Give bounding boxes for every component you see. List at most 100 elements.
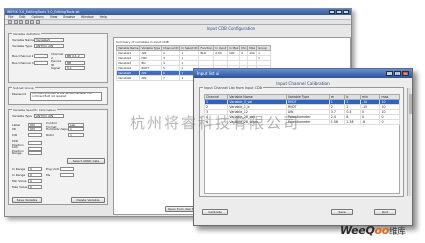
table-cell: 0 [379, 119, 400, 125]
new-icon[interactable] [8, 20, 12, 24]
channel-field[interactable]: BB 0.1.2 [65, 54, 85, 58]
weeqoo-logo: WeeQoo维库 [340, 224, 406, 237]
table-cell: Variable6 [115, 75, 141, 81]
spec-label-2: Rotor [46, 133, 55, 137]
spec-label-2: Hold/Adv deps [46, 127, 68, 131]
spec-label: IIR [12, 127, 16, 131]
maximize-icon[interactable]: □ [394, 70, 401, 77]
input-calibration-dialog: Input list ui _ □ × Input Channel Calibr… [193, 68, 413, 226]
copy-icon[interactable] [30, 20, 34, 24]
table-cell: 2.38 [344, 119, 361, 125]
menu-file[interactable]: File [8, 15, 13, 19]
save-variable-button[interactable]: Save Variable [12, 197, 42, 203]
range-label-2: Ms [46, 173, 51, 177]
logo-part-2: oo [374, 224, 390, 237]
range-label-2: Eng Unit [46, 167, 59, 171]
scrollbar-thumb[interactable] [408, 94, 412, 114]
menu-options[interactable]: Options [32, 15, 44, 19]
bus-channel-field[interactable] [34, 54, 48, 58]
close-button[interactable] [343, 10, 349, 14]
table-cell: AIN [139, 75, 163, 81]
comment-field[interactable]: Comment provided to the defined variable… [30, 92, 102, 101]
range-row: In Range 0 Ms [12, 173, 74, 177]
range-value[interactable]: 0 [28, 185, 42, 189]
device-id-field[interactable]: BB [65, 61, 85, 65]
dialog-title-bar: Input list ui _ □ × [194, 69, 412, 78]
menu-browse[interactable]: Browse [63, 15, 75, 19]
range-value[interactable]: 0 [28, 173, 42, 177]
select-adnc-button[interactable]: Select ADNC data [67, 158, 105, 164]
minimize-icon[interactable]: _ [386, 70, 393, 77]
menu-edit[interactable]: Edit [19, 15, 25, 19]
range-value[interactable]: 0 [28, 179, 42, 183]
spec-row: IIR ON Hold/Adv deps 1 [12, 127, 84, 131]
table-cell: -6 [359, 119, 381, 125]
specific-type-label: Variable Type [12, 114, 32, 118]
calibrate-button[interactable]: Calibrate [202, 209, 228, 215]
signal-label: Signal [51, 66, 61, 70]
bus-channel3-label: Bus Channel 3 [12, 61, 34, 65]
column-header[interactable]: Function [198, 45, 215, 51]
quit-button[interactable]: Quit [374, 209, 396, 215]
spec-value-2[interactable]: 1 [68, 127, 84, 131]
range-value-2[interactable] [60, 167, 74, 171]
logo-part-1: WeeQ [340, 224, 375, 237]
group-title: Subnet Group [12, 86, 35, 90]
range-label: Max Value [12, 185, 28, 189]
group-title: Variable definition [12, 32, 42, 36]
column-header[interactable]: In Input [213, 45, 229, 51]
table-cell: 1.08 [328, 119, 346, 125]
watermark-text: 杭州将睿科技有限公司 [130, 114, 301, 132]
input-channel-list-group: Input Channel List from Input CDB Channe… [199, 86, 404, 197]
bus-channel3-field[interactable] [34, 61, 48, 65]
paste-icon[interactable] [35, 20, 40, 24]
spec-label: Range [12, 151, 22, 155]
range-row: Min Value 0 [12, 179, 42, 183]
password-label: Password [12, 92, 27, 96]
open-icon[interactable] [13, 20, 18, 24]
variable-type-select[interactable]: ANTIVC AIN [34, 44, 64, 48]
save-button[interactable]: Save [331, 209, 353, 215]
spec-value[interactable] [28, 151, 42, 155]
range-row: Max Value 0 [12, 185, 42, 189]
spec-value[interactable]: ON [28, 127, 42, 131]
spec-row: CIR Rotor 1 [12, 133, 84, 137]
range-value[interactable]: 0 [28, 167, 42, 171]
delete-variable-button[interactable]: Delete Variable [71, 197, 105, 203]
dialog-title: Input list ui [197, 71, 220, 76]
menu-help[interactable]: Help [100, 15, 107, 19]
range-value-2[interactable] [60, 173, 74, 177]
spec-row: Range [12, 151, 42, 155]
column-header[interactable]: In Select ID [179, 45, 200, 51]
logo-part-3: 维库 [389, 227, 406, 237]
bus-channel-label: Bus Channel 1 [12, 54, 34, 58]
minimize-button[interactable] [329, 10, 335, 14]
spec-label: CIR [12, 133, 18, 137]
specific-type-field[interactable]: ANTIVC AIN [34, 114, 64, 118]
column-header[interactable]: Variable Type [139, 45, 163, 51]
menu-view[interactable]: View [50, 15, 58, 19]
variable-specific-group: Variable Specific Information Variable T… [8, 108, 108, 205]
column-header[interactable]: Variable Name [115, 45, 141, 51]
subnet-group: Subnet Group Password Comment provided t… [8, 86, 108, 105]
close-icon[interactable]: × [402, 70, 409, 77]
variable-name-field[interactable]: Variable5 [34, 38, 64, 42]
table-caption: Summary of variables in input CDB [116, 40, 169, 44]
column-header[interactable]: Channel ID [161, 45, 181, 51]
maximize-button[interactable] [336, 10, 342, 14]
table-cell: 7 [161, 75, 181, 81]
range-row: In Range 0 Eng Unit [12, 167, 74, 171]
menu-window[interactable]: Window [81, 15, 94, 19]
signal-field[interactable]: 0.1 [65, 66, 85, 70]
save-icon[interactable] [19, 20, 23, 24]
column-header[interactable]: In Max [227, 45, 241, 51]
spec-value-2[interactable]: 1 [68, 133, 84, 137]
variable-definition-group: Variable definition Variable Name Variab… [8, 32, 108, 83]
cut-icon[interactable] [24, 20, 29, 24]
group-title: Input Channel List from Input CDB [203, 86, 263, 90]
page-heading: Input CDB Configuration [206, 26, 256, 31]
vertical-scrollbar[interactable] [407, 88, 412, 196]
spec-value[interactable] [28, 133, 42, 137]
app-title: WEFIX 3.0_EditingTools 3.0_EditingTools.… [7, 10, 80, 14]
range-label: In Range [12, 167, 26, 171]
